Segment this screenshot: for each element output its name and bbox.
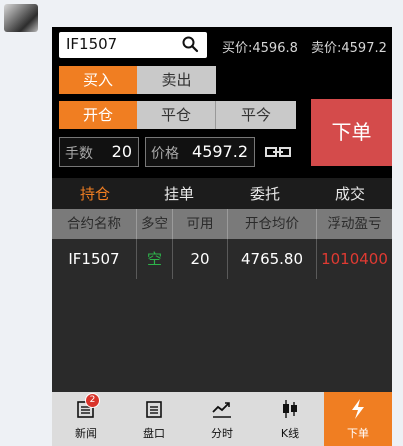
timeshare-chart-icon bbox=[212, 402, 231, 418]
col-avg-price: 开仓均价 bbox=[228, 209, 317, 239]
contract-search-input[interactable]: IF1507 bbox=[59, 32, 207, 58]
nav-place-order[interactable]: 下单 bbox=[324, 392, 392, 446]
tab-positions[interactable]: 持仓 bbox=[60, 183, 130, 204]
trading-screen: IF1507 买价:4596.8 卖价:4597.2 买入 卖出 开仓 平仓 平… bbox=[52, 27, 392, 446]
positions-empty-area bbox=[52, 279, 392, 392]
nav-timeshare-label: 分时 bbox=[211, 427, 233, 440]
bottom-nav: 2 新闻 盘口 分时 K线 下单 bbox=[52, 392, 392, 446]
order-book-icon bbox=[146, 401, 162, 418]
place-order-button[interactable]: 下单 bbox=[311, 99, 392, 166]
col-available: 可用 bbox=[173, 209, 228, 239]
nav-news-label: 新闻 bbox=[75, 427, 97, 440]
nav-candlestick[interactable]: K线 bbox=[256, 392, 324, 446]
news-badge: 2 bbox=[85, 393, 100, 408]
close-position-button[interactable]: 平仓 bbox=[137, 101, 216, 129]
close-today-button[interactable]: 平今 bbox=[216, 101, 296, 129]
nav-news[interactable]: 2 新闻 bbox=[52, 392, 120, 446]
sell-button[interactable]: 卖出 bbox=[137, 66, 216, 94]
link-icon[interactable] bbox=[265, 145, 291, 159]
cell-contract: IF1507 bbox=[52, 239, 137, 279]
col-contract-name: 合约名称 bbox=[52, 209, 137, 239]
price-field[interactable]: 价格 4597.2 bbox=[145, 137, 255, 167]
nav-order-book[interactable]: 盘口 bbox=[120, 392, 188, 446]
position-tabs: 持仓 挂单 委托 成交 bbox=[52, 178, 392, 209]
positions-table-header: 合约名称 多空 可用 开仓均价 浮动盈亏 bbox=[52, 209, 392, 239]
nav-candlestick-label: K线 bbox=[280, 427, 300, 440]
quantity-field[interactable]: 手数 20 bbox=[59, 137, 139, 167]
nav-timeshare[interactable]: 分时 bbox=[188, 392, 256, 446]
cell-pnl: 1010400 bbox=[321, 250, 388, 268]
quantity-label: 手数 bbox=[65, 146, 93, 162]
cell-available: 20 bbox=[173, 239, 228, 279]
col-side: 多空 bbox=[137, 209, 173, 239]
cell-side: 空 bbox=[137, 239, 173, 279]
nav-order-book-label: 盘口 bbox=[143, 427, 165, 440]
lightning-icon bbox=[352, 399, 364, 419]
cell-avg-price: 4765.80 bbox=[228, 239, 317, 279]
price-value: 4597.2 bbox=[192, 142, 248, 161]
open-position-button[interactable]: 开仓 bbox=[59, 101, 137, 129]
col-floating-pnl: 浮动盈亏 bbox=[327, 216, 382, 232]
candlestick-icon bbox=[283, 400, 297, 418]
nav-place-order-label: 下单 bbox=[347, 427, 369, 440]
buy-button[interactable]: 买入 bbox=[59, 66, 137, 94]
contract-code: IF1507 bbox=[66, 35, 118, 53]
tab-trades[interactable]: 成交 bbox=[315, 183, 385, 204]
sell-quote: 卖价:4597.2 bbox=[311, 41, 387, 56]
table-row[interactable]: IF1507 空 20 4765.80 1010400 bbox=[52, 239, 392, 279]
tab-pending-orders[interactable]: 挂单 bbox=[144, 183, 214, 204]
user-avatar bbox=[4, 4, 38, 32]
tab-orders[interactable]: 委托 bbox=[230, 183, 300, 204]
buy-quote: 买价:4596.8 bbox=[222, 41, 298, 56]
price-label: 价格 bbox=[151, 146, 179, 162]
search-icon[interactable] bbox=[181, 35, 199, 53]
quantity-value: 20 bbox=[111, 142, 132, 161]
